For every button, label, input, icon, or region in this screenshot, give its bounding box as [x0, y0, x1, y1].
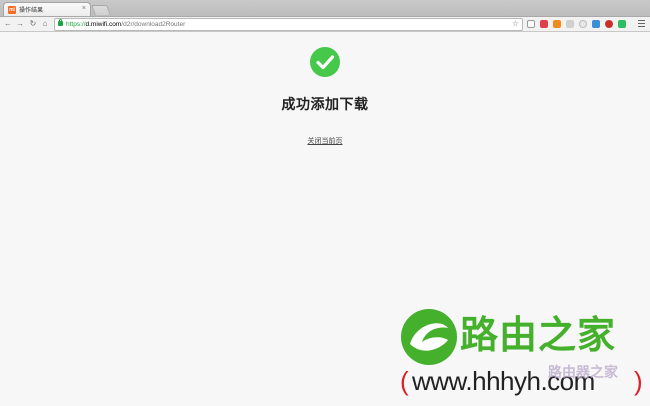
- pocket-icon[interactable]: [527, 20, 535, 28]
- menu-icon[interactable]: [638, 20, 645, 29]
- extension-icon[interactable]: [566, 20, 574, 28]
- mi-favicon-icon: mi: [8, 6, 16, 14]
- tab-close-icon[interactable]: ×: [82, 4, 86, 14]
- home-icon[interactable]: ⌂: [40, 17, 50, 31]
- url-path: /d2r/download2Router: [121, 21, 186, 28]
- star-icon[interactable]: ☆: [512, 19, 519, 29]
- tab-strip: mi 操作结果 ×: [0, 0, 650, 17]
- url-host: d.miwifi.com: [85, 21, 122, 28]
- screen-icon[interactable]: [592, 20, 600, 28]
- lock-icon: [58, 19, 63, 26]
- address-bar[interactable]: https://d.miwifi.com/d2r/download2Router…: [54, 18, 523, 31]
- rss-icon[interactable]: [540, 20, 548, 28]
- watermark-subtitle: 路由器之家: [548, 364, 618, 380]
- watermark-paren-left: (: [400, 366, 409, 396]
- watermark-brand: 路由之家: [460, 313, 617, 357]
- url-text[interactable]: https://d.miwifi.com/d2r/download2Router: [66, 20, 185, 29]
- new-tab-button[interactable]: [91, 5, 111, 15]
- back-icon[interactable]: ←: [3, 17, 13, 31]
- close-page-link[interactable]: 关闭当前页: [0, 136, 650, 146]
- check-circle-icon: [310, 47, 340, 77]
- browser-toolbar: ← → ↻ ⌂ https://d.miwifi.com/d2r/downloa…: [0, 17, 650, 32]
- forward-icon[interactable]: →: [15, 17, 25, 31]
- tab-title: 操作结果: [19, 8, 44, 14]
- adblock-icon[interactable]: [605, 20, 613, 28]
- evernote-icon[interactable]: [618, 20, 626, 28]
- watermark: 路由之家 ( www.hhhyh.com ) 路由器之家: [398, 306, 650, 406]
- translate-icon[interactable]: [553, 20, 561, 28]
- reload-icon[interactable]: ↻: [28, 17, 38, 31]
- clock-icon[interactable]: [579, 20, 587, 28]
- watermark-logo-icon: [401, 309, 457, 365]
- url-scheme: https://: [66, 21, 86, 28]
- browser-tab[interactable]: mi 操作结果 ×: [3, 2, 91, 16]
- page-title: 成功添加下载: [281, 96, 369, 112]
- watermark-paren-right: ): [634, 366, 643, 396]
